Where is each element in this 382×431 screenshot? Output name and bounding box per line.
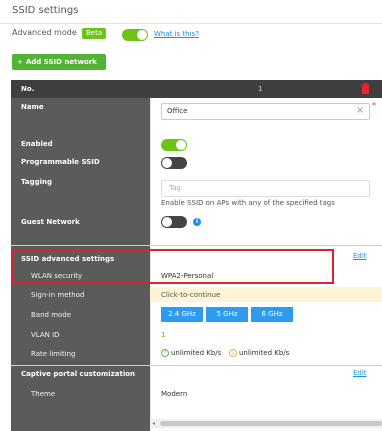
what-is-this-link[interactable]: What is this? (154, 30, 199, 38)
scrollbar-thumb[interactable] (160, 421, 382, 426)
advanced-edit-link[interactable]: Edit (353, 252, 367, 260)
band-24ghz-button[interactable]: 2.4 GHz (161, 307, 203, 322)
add-ssid-network-button[interactable]: + Add SSID network (12, 54, 106, 70)
info-icon[interactable]: i (193, 218, 201, 226)
theme-label: Theme (31, 390, 56, 398)
name-label: Name (21, 103, 44, 111)
page-title: SSID settings (12, 5, 79, 16)
captive-edit-link[interactable]: Edit (353, 369, 367, 377)
advanced-mode-toggle[interactable] (122, 29, 148, 41)
tag-input[interactable]: Tag (161, 180, 370, 197)
band-mode-label: Band mode (31, 311, 72, 319)
enabled-toggle[interactable] (161, 139, 187, 151)
guest-network-label: Guest Network (21, 218, 80, 226)
required-star: * (372, 101, 376, 110)
clear-icon[interactable]: × (356, 106, 364, 116)
ssid-number: 1 (258, 85, 263, 93)
guest-network-toggle[interactable] (161, 216, 187, 228)
name-input[interactable]: Office (161, 103, 370, 120)
programmable-ssid-toggle[interactable] (161, 157, 187, 169)
rate-limiting-label: Rate limiting (31, 350, 76, 358)
beta-badge: Beta (82, 28, 107, 39)
highlight-box (11, 249, 334, 284)
plus-icon: + (17, 58, 23, 66)
vlan-id-value: 1 (161, 331, 166, 339)
download-rate-value: unlimited Kb/s (239, 349, 290, 357)
title-divider (0, 23, 382, 24)
section-divider (11, 245, 382, 246)
add-ssid-network-label: Add SSID network (25, 58, 97, 66)
band-5ghz-button[interactable]: 5 GHz (206, 307, 248, 322)
header-no-label: No. (21, 85, 35, 93)
download-icon: ↓ (229, 349, 237, 357)
captive-portal-label: Captive portal customization (21, 370, 136, 378)
upload-icon: ↑ (161, 349, 169, 357)
advanced-mode-label: Advanced mode (12, 28, 77, 37)
scroll-left-icon[interactable]: ◂ (152, 419, 155, 428)
theme-value: Modern (161, 390, 188, 398)
tagging-help-text: Enable SSID on APs with any of the speci… (161, 199, 335, 207)
trash-icon[interactable] (361, 83, 370, 94)
table-header-right (150, 80, 382, 98)
tagging-label: Tagging (21, 178, 53, 186)
signin-method-label: Sign-in method (31, 291, 85, 299)
programmable-ssid-label: Programmable SSID (21, 158, 100, 166)
upload-rate-value: unlimited Kb/s (171, 349, 222, 357)
signin-method-value: Click-to-continue (161, 291, 221, 299)
enabled-label: Enabled (21, 140, 53, 148)
section-divider (11, 365, 382, 366)
band-6ghz-button[interactable]: 6 GHz (251, 307, 293, 322)
vlan-id-label: VLAN ID (31, 331, 60, 339)
